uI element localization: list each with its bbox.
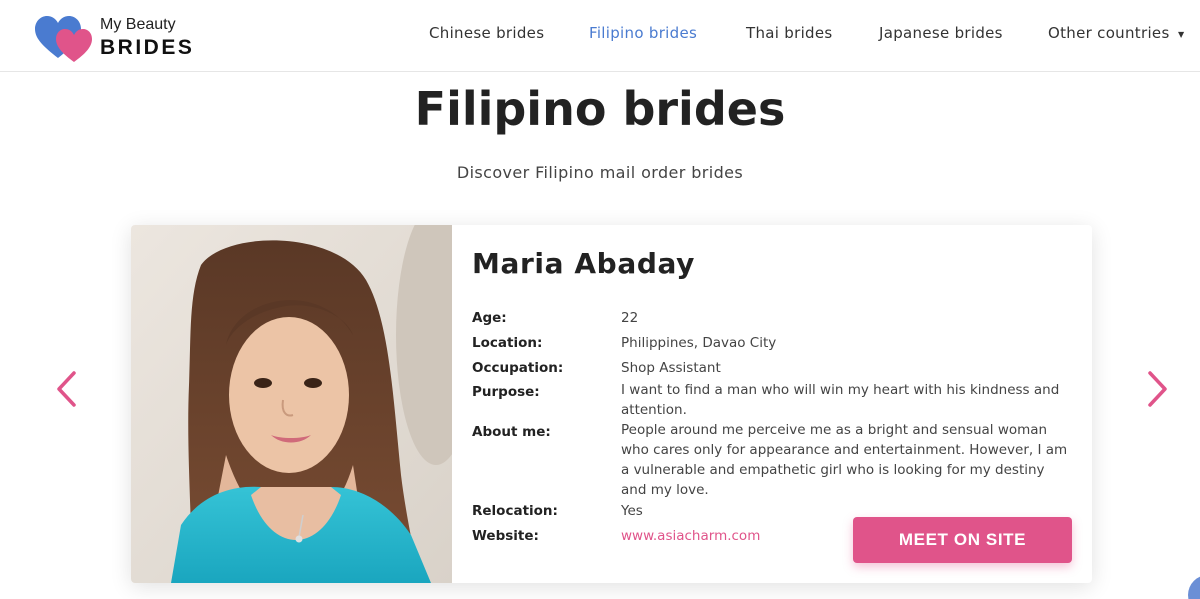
website-link[interactable]: www.asiacharm.com	[621, 526, 821, 546]
caret-down-icon[interactable]: ▼	[1178, 30, 1184, 39]
nav-item-thai-brides[interactable]: Thai brides	[746, 24, 833, 42]
field-value: People around me perceive me as a bright…	[621, 422, 1068, 498]
field-label: Age:	[472, 310, 507, 326]
meet-on-site-button[interactable]: MEET ON SITE	[853, 517, 1072, 563]
site-header: My Beauty BRIDES Chinese brides Filipino…	[0, 0, 1200, 72]
field-value: Shop Assistant	[621, 360, 721, 376]
nav-item-other-countries[interactable]: Other countries	[1048, 24, 1170, 42]
nav-item-chinese-brides[interactable]: Chinese brides	[429, 24, 544, 42]
field-label: Relocation:	[472, 503, 558, 519]
profile-photo	[131, 225, 452, 583]
nav-item-japanese-brides[interactable]: Japanese brides	[879, 24, 1003, 42]
field-value: I want to find a man who will win my hea…	[621, 382, 1060, 418]
field-label: Occupation:	[472, 360, 564, 376]
chevron-right-icon	[1148, 371, 1167, 407]
chevron-left-icon	[57, 371, 76, 407]
chat-widget-button[interactable]	[1188, 575, 1200, 599]
field-label: Location:	[472, 335, 543, 351]
nav-item-filipino-brides[interactable]: Filipino brides	[589, 24, 697, 42]
field-label: Purpose:	[472, 384, 540, 400]
field-label: About me:	[472, 424, 551, 440]
field-value: Philippines, Davao City	[621, 335, 777, 351]
profile-name: Maria Abaday	[472, 247, 695, 280]
field-label: Website:	[472, 528, 539, 544]
hearts-logo-icon	[35, 16, 92, 62]
profile-card: Maria Abaday Age: 22 Location: Philippin…	[131, 225, 1092, 583]
field-value: 22	[621, 310, 639, 326]
page-title: Filipino brides	[414, 82, 786, 136]
logo-bottom-text: BRIDES	[100, 36, 195, 59]
carousel-prev-button[interactable]	[54, 370, 80, 408]
page-subtitle: Discover Filipino mail order brides	[456, 163, 744, 182]
site-logo[interactable]: My Beauty BRIDES	[34, 12, 214, 62]
logo-top-text: My Beauty	[100, 16, 176, 33]
carousel-next-button[interactable]	[1144, 370, 1170, 408]
